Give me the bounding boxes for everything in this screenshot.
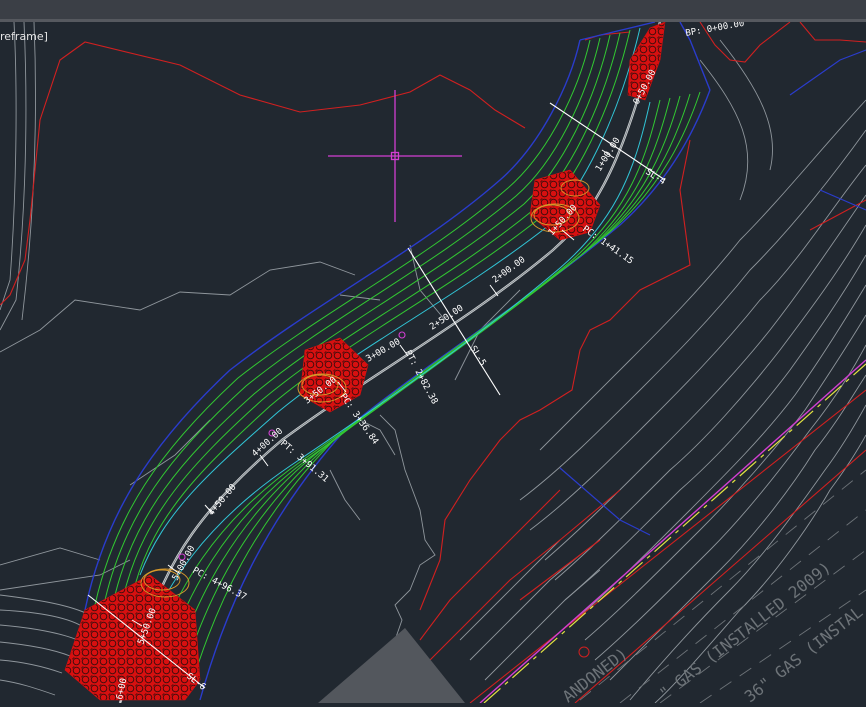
riprap-contour-rings [140, 179, 590, 598]
label-4-50: 4+50.00 [207, 482, 239, 517]
label-sl5: SL-5 [467, 344, 487, 368]
riprap-areas [64, 21, 666, 701]
label-gas-2009: " GAS (INSTALLED 2009) [656, 558, 835, 703]
left-contours [0, 21, 131, 696]
gas-line-dashes [579, 469, 866, 704]
drawing-viewport[interactable]: BP: 0+00.00 0+50.00 1+00.00 1+50.00 2+00… [0, 19, 866, 706]
crosshair-cursor-icon [328, 90, 462, 222]
visual-style-label[interactable]: reframe] [0, 30, 48, 44]
blue-linework [559, 49, 866, 536]
title-bar [0, 0, 866, 19]
label-2-00: 2+00.00 [491, 255, 528, 285]
label-abandoned: ANDONED) [559, 644, 631, 703]
cad-canvas[interactable]: BP: 0+00.00 0+50.00 1+00.00 1+50.00 2+00… [0, 19, 866, 706]
label-pt1: PT: 2+82.38 [402, 349, 439, 406]
label-bp: BP: 0+00.00 [685, 22, 745, 39]
station-labels: BP: 0+00.00 0+50.00 1+00.00 1+50.00 2+00… [115, 19, 745, 701]
gas-labels: " GAS (INSTALLED 2009) 36" GAS (INSTAL A… [559, 558, 866, 706]
label-pc3: PC: 4+96.37 [191, 566, 248, 603]
label-pc2: PC: 3+36.84 [338, 392, 380, 447]
right-contours [459, 39, 866, 704]
gray-wedge [318, 628, 465, 703]
